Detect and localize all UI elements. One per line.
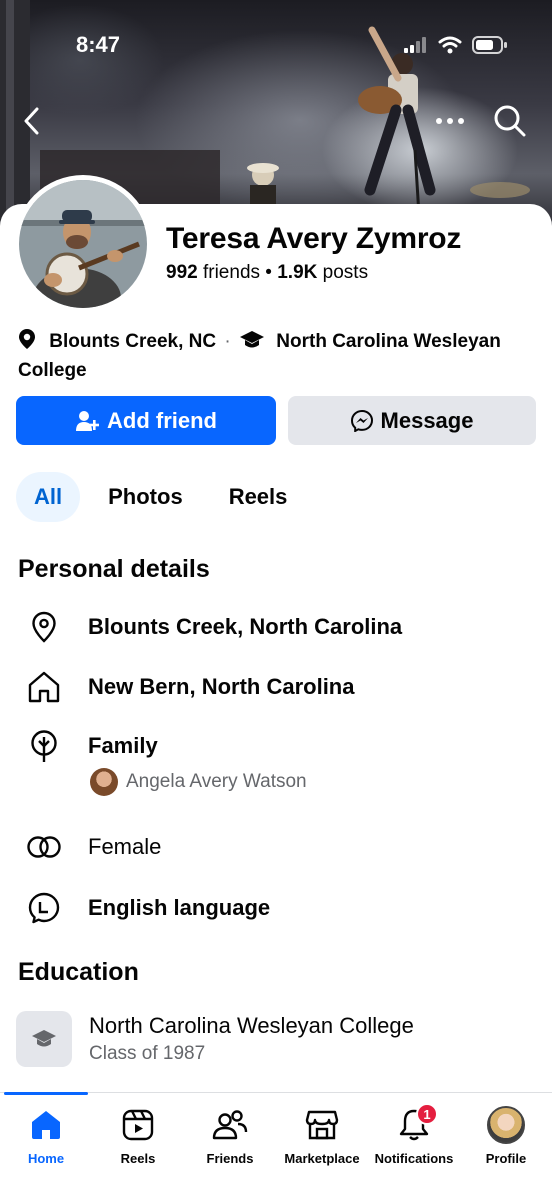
status-icons bbox=[404, 36, 508, 54]
battery-icon bbox=[472, 36, 507, 54]
stats-separator: • bbox=[265, 262, 278, 283]
bottom-nav: Home Reels Friends Marketplace 1 Notific… bbox=[0, 1092, 552, 1200]
wifi-icon bbox=[438, 36, 462, 54]
search-button[interactable] bbox=[490, 101, 530, 141]
education-title: Education bbox=[18, 958, 139, 986]
profile-intro: Blounts Creek, NC · North Carolina Wesle… bbox=[18, 328, 538, 384]
gender-rings-icon bbox=[24, 827, 64, 867]
posts-label: posts bbox=[322, 262, 369, 283]
notification-badge: 1 bbox=[416, 1103, 438, 1125]
nav-home[interactable]: Home bbox=[0, 1105, 92, 1166]
avatar bbox=[19, 180, 147, 308]
status-time: 8:47 bbox=[76, 32, 121, 57]
nav-reels[interactable]: Reels bbox=[92, 1105, 184, 1166]
profile-picture[interactable] bbox=[14, 175, 152, 313]
detail-gender: Female bbox=[24, 827, 161, 867]
detail-family: Family bbox=[24, 726, 158, 766]
intro-location: Blounts Creek, NC bbox=[49, 331, 217, 352]
graduation-cap-icon bbox=[239, 330, 265, 358]
family-tree-icon bbox=[24, 726, 64, 766]
avatar-image bbox=[19, 180, 147, 308]
family-label: Family bbox=[88, 733, 158, 758]
current-city-text: Blounts Creek, North Carolina bbox=[88, 614, 403, 639]
language-bubble-icon bbox=[24, 888, 64, 928]
education-class: Class of 1987 bbox=[89, 1043, 206, 1064]
cellular-signal-icon bbox=[404, 37, 426, 53]
tab-reels[interactable]: Reels bbox=[211, 472, 306, 522]
family-member-name: Angela Avery Watson bbox=[126, 771, 307, 792]
location-pin-icon bbox=[18, 328, 36, 358]
bell-icon: 1 bbox=[394, 1103, 438, 1145]
search-icon bbox=[494, 105, 526, 137]
nav-friends-label: Friends bbox=[206, 1151, 254, 1166]
reels-icon bbox=[118, 1105, 158, 1145]
nav-marketplace-label: Marketplace bbox=[284, 1151, 360, 1166]
friends-icon bbox=[210, 1105, 250, 1145]
active-tab-indicator bbox=[4, 1092, 88, 1095]
education-school: North Carolina Wesleyan College bbox=[89, 1013, 414, 1038]
nav-notifications-label: Notifications bbox=[374, 1151, 454, 1166]
marketplace-icon bbox=[302, 1105, 342, 1145]
status-bar: 8:47 bbox=[0, 0, 552, 92]
profile-name: Teresa Avery Zymroz bbox=[166, 222, 462, 255]
personal-details-title: Personal details bbox=[18, 555, 210, 583]
gender-text: Female bbox=[88, 834, 162, 859]
tab-all[interactable]: All bbox=[16, 472, 81, 522]
nav-profile[interactable]: Profile bbox=[460, 1105, 552, 1166]
detail-current-city: Blounts Creek, North Carolina bbox=[24, 607, 402, 647]
tab-photos[interactable]: Photos bbox=[90, 472, 201, 522]
home-outline-icon bbox=[24, 667, 64, 707]
message-button[interactable]: Message bbox=[288, 396, 536, 445]
add-friend-button[interactable]: Add friend bbox=[16, 396, 276, 445]
profile-stats: 992 friends • 1.9K posts bbox=[166, 262, 368, 284]
add-friend-label: Add friend bbox=[107, 407, 217, 433]
friends-label[interactable]: friends bbox=[203, 262, 260, 283]
detail-hometown: New Bern, North Carolina bbox=[24, 667, 354, 707]
nav-profile-label: Profile bbox=[485, 1151, 527, 1166]
family-member-link[interactable]: Angela Avery Watson bbox=[90, 768, 307, 796]
school-icon bbox=[16, 1011, 72, 1067]
messenger-icon bbox=[350, 409, 373, 432]
profile-avatar-icon bbox=[486, 1105, 526, 1145]
intro-separator: · bbox=[224, 331, 231, 352]
nav-friends[interactable]: Friends bbox=[184, 1105, 276, 1166]
nav-notifications[interactable]: 1 Notifications bbox=[368, 1103, 460, 1166]
profile-avatar bbox=[487, 1106, 525, 1144]
hometown-text: New Bern, North Carolina bbox=[88, 674, 355, 699]
posts-count: 1.9K bbox=[277, 262, 318, 283]
back-button[interactable] bbox=[12, 101, 52, 141]
location-pin-outline-icon bbox=[24, 607, 64, 647]
chevron-left-icon bbox=[24, 107, 39, 135]
nav-home-label: Home bbox=[27, 1151, 65, 1166]
friends-count[interactable]: 992 bbox=[166, 262, 198, 283]
profile-tabs: All Photos Reels bbox=[16, 472, 305, 522]
home-icon bbox=[26, 1105, 66, 1145]
nav-marketplace[interactable]: Marketplace bbox=[276, 1105, 368, 1166]
more-options-button[interactable] bbox=[430, 101, 470, 141]
add-friend-icon bbox=[76, 410, 99, 431]
family-member-avatar bbox=[90, 768, 118, 796]
education-item[interactable]: North Carolina Wesleyan College Class of… bbox=[16, 1011, 414, 1067]
nav-reels-label: Reels bbox=[120, 1151, 156, 1166]
more-dots-icon bbox=[436, 118, 464, 124]
education-text: North Carolina Wesleyan College Class of… bbox=[89, 1013, 414, 1065]
detail-language: English language bbox=[24, 888, 270, 928]
language-text: English language bbox=[88, 895, 271, 920]
message-label: Message bbox=[380, 407, 474, 433]
